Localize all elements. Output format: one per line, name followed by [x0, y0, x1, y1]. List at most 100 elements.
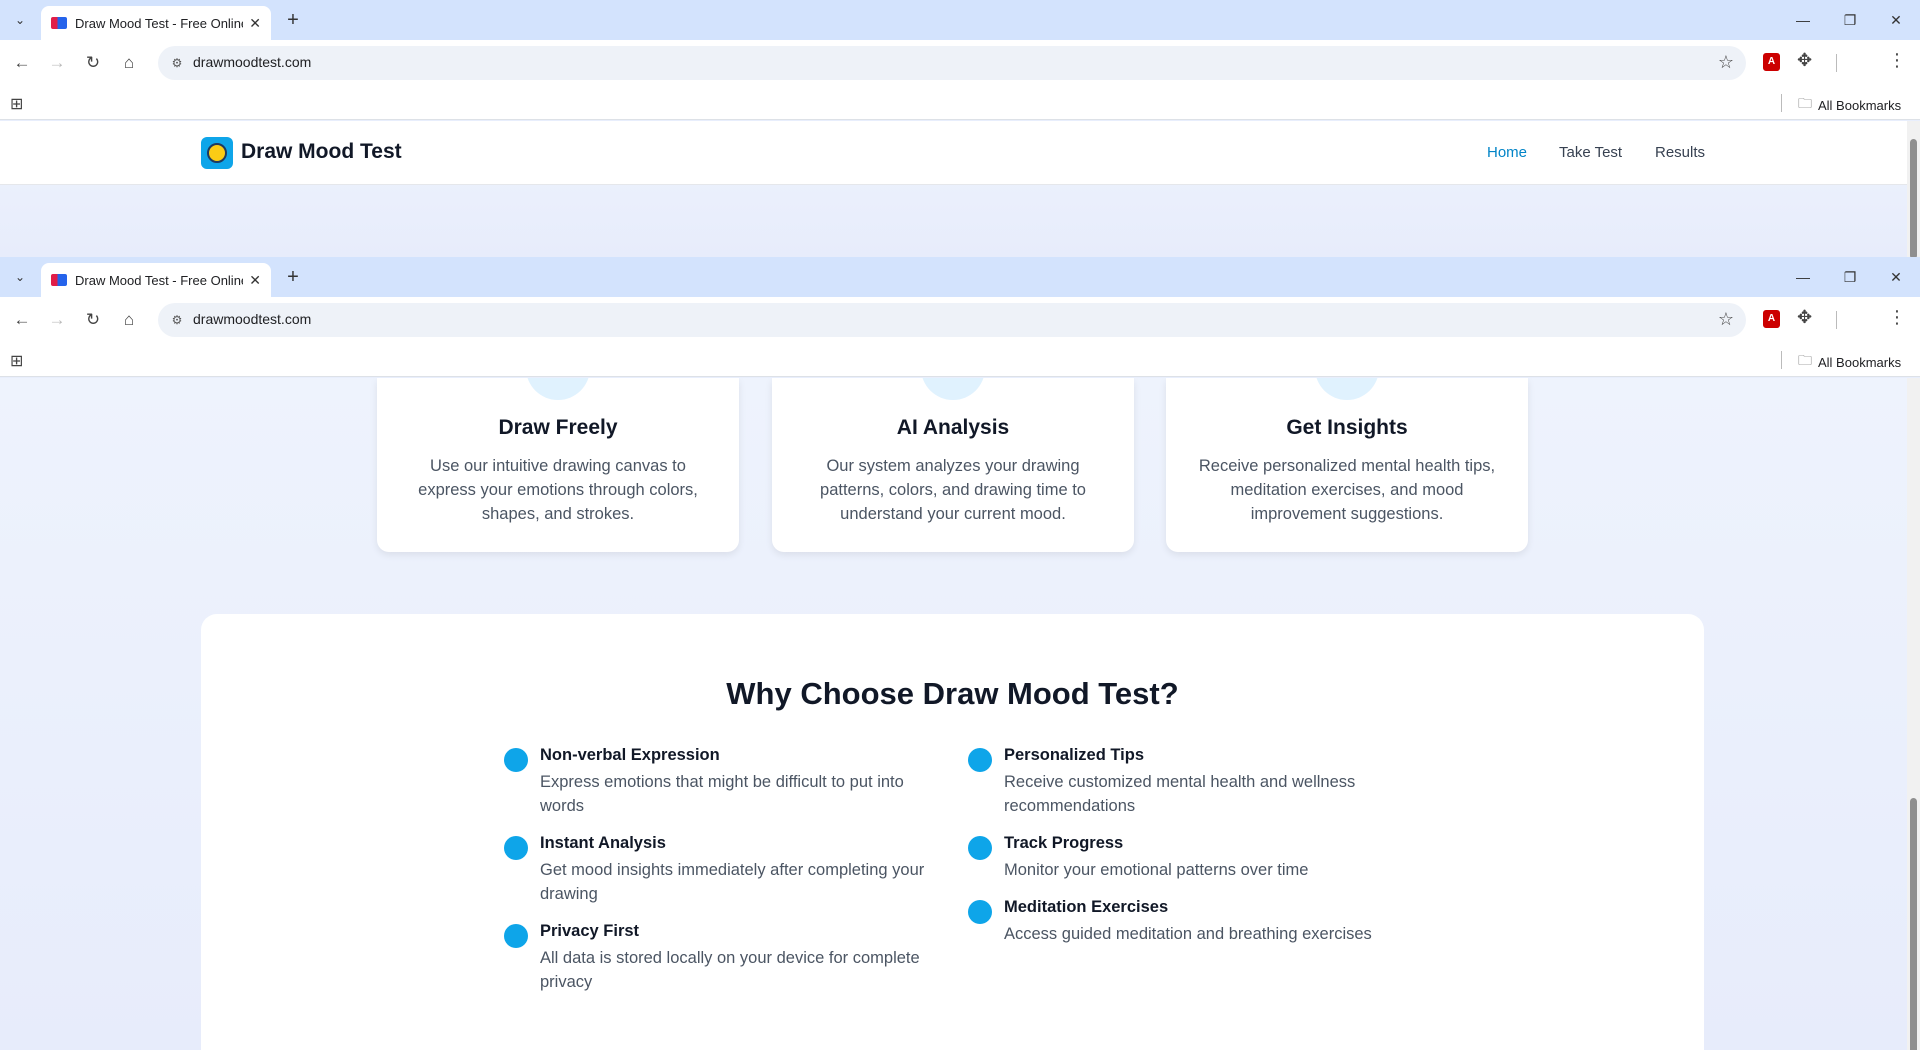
browser-window-front: ⌄ Draw Mood Test - Free Online ✕ + — ❐ ✕… — [0, 257, 1920, 1050]
nav-results[interactable]: Results — [1655, 144, 1705, 161]
extensions-icon[interactable]: ✥ — [1797, 50, 1812, 71]
bookmarks-bar: ⊞ 🗀 All Bookmarks — [0, 86, 1920, 120]
benefit-text: Access guided meditation and breathing e… — [1004, 925, 1372, 943]
lightbulb-icon — [1315, 378, 1379, 400]
scrollbar[interactable] — [1907, 378, 1920, 1050]
all-bookmarks-label: All Bookmarks — [1818, 97, 1902, 113]
folder-icon: 🗀 — [1798, 352, 1812, 368]
address-bar[interactable]: ⚙ drawmoodtest.com ☆ — [158, 46, 1746, 80]
card-title: Draw Freely — [498, 416, 618, 439]
site-info-icon[interactable]: ⚙ — [168, 54, 186, 72]
menu-kebab-icon[interactable]: ⋮ — [1888, 50, 1906, 71]
page-viewport: Draw Freely Use our intuitive drawing ca… — [0, 378, 1907, 1050]
close-tab-icon[interactable]: ✕ — [249, 272, 261, 289]
nav-take-test[interactable]: Take Test — [1559, 144, 1622, 161]
bookmarks-bar: ⊞ 🗀 All Bookmarks — [0, 343, 1920, 377]
benefit-text: All data is stored locally on your devic… — [540, 949, 920, 991]
all-bookmarks-button[interactable]: 🗀 All Bookmarks — [1798, 93, 1901, 117]
close-window-button[interactable]: ✕ — [1873, 265, 1919, 289]
section-heading: Why Choose Draw Mood Test? — [726, 676, 1179, 711]
restore-button[interactable]: ❐ — [1827, 8, 1873, 32]
close-tab-icon[interactable]: ✕ — [249, 15, 261, 32]
page-viewport: Draw Mood Test Home Take Test Results — [0, 121, 1907, 257]
site-header: Draw Mood Test Home Take Test Results — [0, 121, 1907, 185]
scrollbar[interactable] — [1907, 121, 1920, 257]
reload-icon[interactable]: ↻ — [81, 51, 105, 75]
benefit-title: Non-verbal Expression — [540, 746, 720, 764]
benefit-text: Receive customized mental health and wel… — [1004, 773, 1356, 815]
benefit-text: Get mood insights immediately after comp… — [540, 861, 925, 903]
forward-icon[interactable]: → — [45, 308, 69, 332]
forward-icon[interactable]: → — [45, 51, 69, 75]
all-bookmarks-label: All Bookmarks — [1818, 354, 1902, 370]
url-text: drawmoodtest.com — [193, 311, 312, 327]
bullet-dot-icon — [504, 836, 528, 860]
minimize-button[interactable]: — — [1780, 8, 1826, 32]
tab-search-icon[interactable]: ⌄ — [8, 8, 32, 32]
bookmark-star-icon[interactable]: ☆ — [1718, 52, 1734, 73]
tab-active[interactable]: Draw Mood Test - Free Online ✕ — [41, 263, 271, 297]
site-info-icon[interactable]: ⚙ — [168, 311, 186, 329]
back-icon[interactable]: ← — [10, 51, 34, 75]
card-title: AI Analysis — [896, 416, 1010, 439]
flag-favicon-icon — [51, 17, 67, 29]
pdf-extension-icon[interactable]: A — [1763, 53, 1780, 71]
benefit-title: Personalized Tips — [1004, 746, 1144, 764]
close-window-button[interactable]: ✕ — [1873, 8, 1919, 32]
bullet-dot-icon — [968, 748, 992, 772]
bookmarks-divider — [1781, 94, 1782, 112]
tab-bar: ⌄ Draw Mood Test - Free Online ✕ + — ❐ ✕ — [0, 257, 1920, 297]
brain-icon — [921, 378, 985, 400]
scroll-thumb[interactable] — [1910, 139, 1917, 257]
address-bar[interactable]: ⚙ drawmoodtest.com ☆ — [158, 303, 1746, 337]
bookmark-star-icon[interactable]: ☆ — [1718, 309, 1734, 330]
new-tab-button[interactable]: + — [281, 265, 305, 289]
benefit-title: Instant Analysis — [540, 834, 666, 852]
tab-search-icon[interactable]: ⌄ — [8, 265, 32, 289]
benefit-title: Meditation Exercises — [1004, 898, 1169, 916]
toolbar-divider — [1836, 311, 1837, 329]
new-tab-button[interactable]: + — [281, 8, 305, 32]
browser-toolbar: ← → ↻ ⌂ ⚙ drawmoodtest.com ☆ A ✥ ⋮ — [0, 40, 1920, 86]
browser-toolbar: ← → ↻ ⌂ ⚙ drawmoodtest.com ☆ A ✥ ⋮ — [0, 297, 1920, 343]
feature-card-ai-analysis: AI Analysis Our system analyzes your dra… — [772, 378, 1134, 552]
back-icon[interactable]: ← — [10, 308, 34, 332]
url-text: drawmoodtest.com — [193, 54, 312, 70]
feature-card-draw-freely: Draw Freely Use our intuitive drawing ca… — [377, 378, 739, 552]
benefit-title: Privacy First — [540, 922, 640, 940]
tab-title: Draw Mood Test - Free Online — [75, 15, 243, 31]
brand-name[interactable]: Draw Mood Test — [241, 140, 402, 164]
card-text: Our system analyzes your drawing pattern… — [820, 457, 1086, 523]
folder-icon: 🗀 — [1798, 95, 1812, 111]
benefit-text: Express emotions that might be difficult… — [540, 773, 904, 815]
extensions-icon[interactable]: ✥ — [1797, 307, 1812, 328]
apps-grid-icon[interactable]: ⊞ — [10, 351, 23, 371]
minimize-button[interactable]: — — [1780, 265, 1826, 289]
card-title: Get Insights — [1286, 416, 1408, 439]
apps-grid-icon[interactable]: ⊞ — [10, 94, 23, 114]
toolbar-divider — [1836, 54, 1837, 72]
nav-home[interactable]: Home — [1487, 144, 1527, 161]
bullet-dot-icon — [968, 836, 992, 860]
reload-icon[interactable]: ↻ — [81, 308, 105, 332]
tab-title: Draw Mood Test - Free Online — [75, 272, 243, 288]
home-icon[interactable]: ⌂ — [117, 51, 141, 75]
bullet-dot-icon — [504, 748, 528, 772]
feature-card-get-insights: Get Insights Receive personalized mental… — [1166, 378, 1528, 552]
restore-button[interactable]: ❐ — [1827, 265, 1873, 289]
pdf-extension-icon[interactable]: A — [1763, 310, 1780, 328]
browser-window-back: ⌄ Draw Mood Test - Free Online ✕ + — ❐ ✕… — [0, 0, 1920, 257]
tab-active[interactable]: Draw Mood Test - Free Online ✕ — [41, 6, 271, 40]
menu-kebab-icon[interactable]: ⋮ — [1888, 307, 1906, 328]
home-icon[interactable]: ⌂ — [117, 308, 141, 332]
bullet-dot-icon — [968, 900, 992, 924]
logo-palette-icon[interactable] — [201, 137, 233, 169]
benefit-text: Monitor your emotional patterns over tim… — [1004, 861, 1309, 879]
flag-favicon-icon — [51, 274, 67, 286]
bullet-dot-icon — [504, 924, 528, 948]
scroll-thumb[interactable] — [1910, 798, 1917, 1050]
all-bookmarks-button[interactable]: 🗀 All Bookmarks — [1798, 350, 1901, 374]
brush-icon — [526, 378, 590, 400]
card-text: Receive personalized mental health tips,… — [1198, 457, 1496, 523]
benefit-title: Track Progress — [1004, 834, 1124, 852]
